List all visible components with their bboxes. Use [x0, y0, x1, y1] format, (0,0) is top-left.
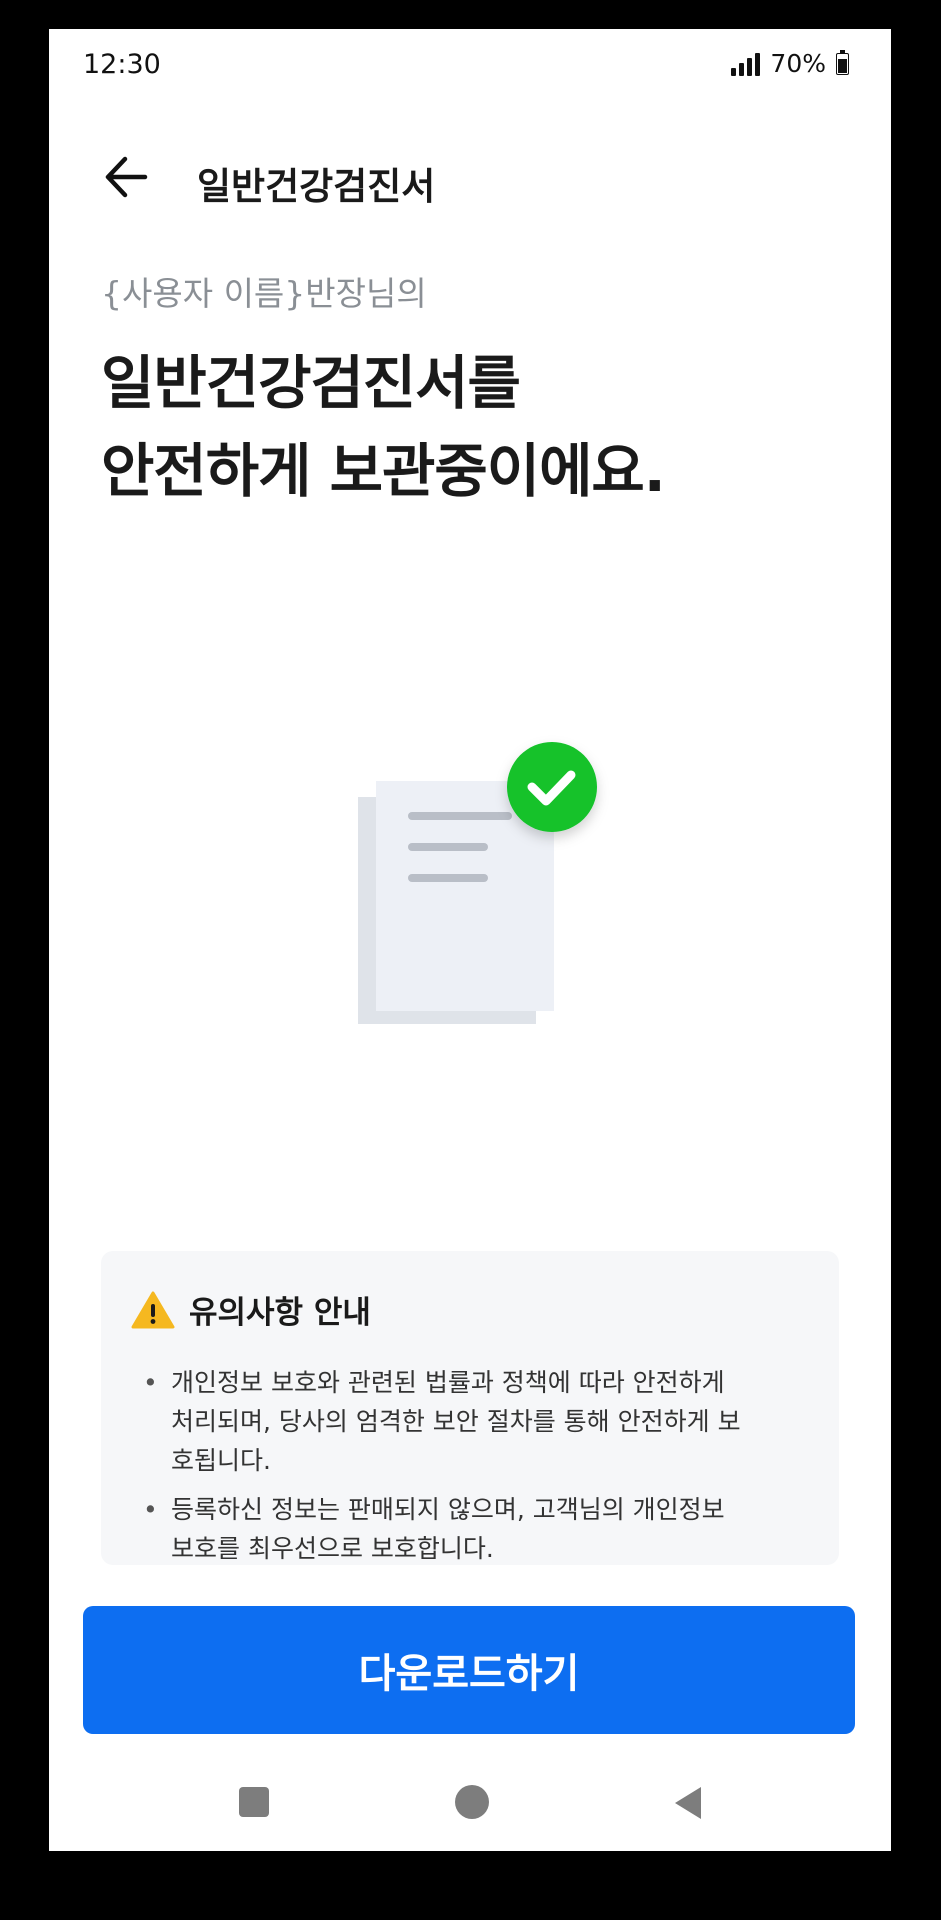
phone-screen: 12:30 70% 일반건강검진서 {사용자 이름}반장님의 일반건강검진서를 …	[49, 29, 891, 1851]
status-bar: 12:30 70%	[49, 29, 891, 101]
system-nav-bar	[49, 1759, 891, 1851]
document-check-icon	[349, 709, 619, 1049]
notice-box: 유의사항 안내 개인정보 보호와 관련된 법률과 정책에 따라 안전하게 처리되…	[101, 1251, 839, 1565]
home-icon[interactable]	[455, 1785, 489, 1819]
status-time: 12:30	[83, 49, 161, 80]
headline: 일반건강검진서를 안전하게 보관중이에요.	[101, 339, 666, 515]
signal-icon	[731, 52, 761, 76]
notice-item-not-sold: 등록하신 정보는 판매되지 않으며, 고객님의 개인정보 보호를 최우선으로 보…	[143, 1490, 803, 1568]
nav-back-icon[interactable]	[675, 1787, 701, 1819]
status-indicators: 70%	[731, 49, 849, 78]
notice-title: 유의사항 안내	[189, 1295, 371, 1331]
notice-text-line: 개인정보 보호와 관련된 법률과 정책에 따라 안전하게	[171, 1368, 725, 1397]
arrow-left-icon	[105, 156, 148, 198]
notice-text-line: 호됩니다.	[171, 1446, 271, 1475]
headline-line-2: 안전하게 보관중이에요.	[101, 437, 666, 505]
notice-text-line: 등록하신 정보는 판매되지 않으며, 고객님의 개인정보	[171, 1495, 725, 1524]
notice-list: 개인정보 보호와 관련된 법률과 정책에 따라 안전하게 처리되며, 당사의 엄…	[143, 1363, 803, 1578]
page-title: 일반건강검진서	[197, 165, 436, 208]
user-subtitle: {사용자 이름}반장님의	[101, 274, 427, 313]
notice-text-line: 보호를 최우선으로 보호합니다.	[171, 1534, 494, 1563]
warning-icon	[131, 1291, 175, 1328]
recents-icon[interactable]	[239, 1787, 269, 1817]
battery-icon	[836, 49, 849, 75]
download-button[interactable]: 다운로드하기	[83, 1606, 855, 1734]
back-button[interactable]	[99, 149, 159, 205]
app-bar: 일반건강검진서	[49, 129, 891, 225]
notice-text-line: 처리되며, 당사의 엄격한 보안 절차를 통해 안전하게 보	[171, 1407, 741, 1436]
battery-percent: 70%	[770, 49, 826, 78]
notice-item-privacy: 개인정보 보호와 관련된 법률과 정책에 따라 안전하게 처리되며, 당사의 엄…	[143, 1363, 803, 1480]
headline-line-1: 일반건강검진서를	[101, 349, 521, 417]
notice-header: 유의사항 안내	[131, 1287, 371, 1332]
